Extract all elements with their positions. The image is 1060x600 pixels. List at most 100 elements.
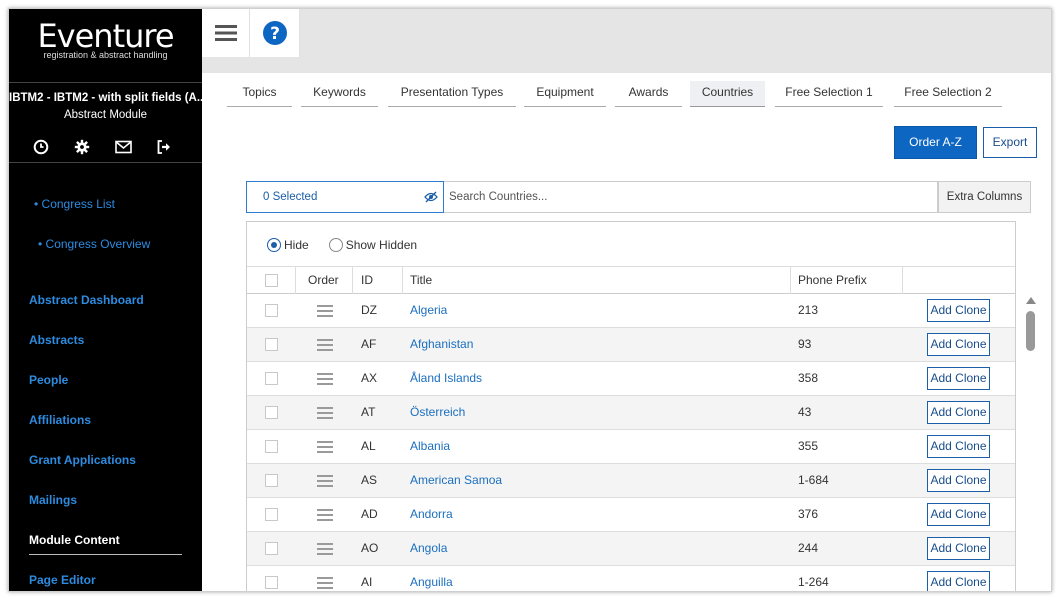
scrollbar-thumb[interactable] <box>1026 311 1035 351</box>
row-checkbox[interactable] <box>265 542 278 555</box>
header-order[interactable]: Order <box>308 267 339 294</box>
tab-free-selection-1[interactable]: Free Selection 1 <box>775 81 883 107</box>
table-row: DZ Algeria 213 Add Clone <box>247 294 1015 328</box>
sidebar-item-page-editor[interactable]: Page Editor <box>29 573 96 587</box>
row-title-link[interactable]: Algeria <box>410 294 447 327</box>
app-window: Eventure registration & abstract handlin… <box>8 8 1052 592</box>
drag-handle-icon[interactable] <box>317 373 333 388</box>
add-clone-button[interactable]: Add Clone <box>927 401 990 424</box>
visibility-filter: Hide Show Hidden <box>267 238 417 252</box>
row-title-link[interactable]: Åland Islands <box>410 362 482 395</box>
extra-columns-button[interactable]: Extra Columns <box>938 181 1031 213</box>
sidebar-item-affiliations[interactable]: Affiliations <box>29 413 91 427</box>
row-checkbox[interactable] <box>265 304 278 317</box>
table-row: AL Albania 355 Add Clone <box>247 430 1015 464</box>
row-title-link[interactable]: Afghanistan <box>410 328 473 361</box>
scroll-up-arrow-icon[interactable] <box>1026 297 1036 304</box>
mail-icon[interactable] <box>113 137 133 157</box>
header-phone-prefix[interactable]: Phone Prefix <box>798 267 867 294</box>
tab-free-selection-2[interactable]: Free Selection 2 <box>894 81 1002 107</box>
tab-topics[interactable]: Topics <box>227 81 292 107</box>
add-clone-button[interactable]: Add Clone <box>927 367 990 390</box>
sidebar-divider <box>9 162 202 163</box>
tab-countries[interactable]: Countries <box>690 81 765 107</box>
drag-handle-icon[interactable] <box>317 339 333 354</box>
help-icon: ? <box>262 21 287 45</box>
header-title[interactable]: Title <box>410 267 432 294</box>
sidebar-icon-bar <box>31 137 174 157</box>
sidebar-item-module-content[interactable]: Module Content <box>29 533 120 547</box>
row-checkbox[interactable] <box>265 338 278 351</box>
export-button[interactable]: Export <box>983 127 1037 158</box>
add-clone-button[interactable]: Add Clone <box>927 435 990 458</box>
row-title-link[interactable]: Andorra <box>410 498 453 531</box>
header-id[interactable]: ID <box>361 267 373 294</box>
countries-table: Hide Show Hidden Order ID Title Phone Pr… <box>246 221 1016 591</box>
selection-dropdown[interactable]: 0 Selected <box>246 181 444 213</box>
add-clone-button[interactable]: Add Clone <box>927 469 990 492</box>
row-phone-prefix: 376 <box>798 507 819 521</box>
eye-slash-icon[interactable] <box>424 191 438 203</box>
row-title-link[interactable]: Österreich <box>410 396 465 429</box>
hide-radio[interactable] <box>267 238 281 252</box>
table-row: AS American Samoa 1-684 Add Clone <box>247 464 1015 498</box>
add-clone-button[interactable]: Add Clone <box>927 537 990 560</box>
row-checkbox[interactable] <box>265 440 278 453</box>
row-title-link[interactable]: Angola <box>410 532 447 565</box>
row-id: AF <box>361 337 377 351</box>
sidebar-item-people[interactable]: People <box>29 373 68 387</box>
active-item-underline <box>29 554 182 555</box>
project-subtitle: Abstract Module <box>63 109 148 121</box>
sidebar-link-congress-overview[interactable]: • Congress Overview <box>38 237 150 251</box>
add-clone-button[interactable]: Add Clone <box>927 299 990 322</box>
row-checkbox[interactable] <box>265 406 278 419</box>
sidebar-item-abstract-dashboard[interactable]: Abstract Dashboard <box>29 293 144 307</box>
select-all-checkbox[interactable] <box>265 274 278 287</box>
row-id: AS <box>361 473 378 487</box>
row-title-link[interactable]: Albania <box>410 430 450 463</box>
tab-keywords[interactable]: Keywords <box>301 81 378 107</box>
search-input[interactable]: Search Countries... <box>444 181 938 213</box>
order-az-button[interactable]: Order A-Z <box>894 126 977 159</box>
logout-icon[interactable] <box>154 137 174 157</box>
row-checkbox[interactable] <box>265 372 278 385</box>
row-id: AX <box>361 371 378 385</box>
drag-handle-icon[interactable] <box>317 407 333 422</box>
drag-handle-icon[interactable] <box>317 577 333 591</box>
tab-presentation-types[interactable]: Presentation Types <box>388 81 516 107</box>
sidebar-item-grant-applications[interactable]: Grant Applications <box>29 453 136 467</box>
show-hidden-radio[interactable] <box>328 238 343 252</box>
row-checkbox[interactable] <box>265 508 278 521</box>
drag-handle-icon[interactable] <box>317 305 333 320</box>
tab-equipment[interactable]: Equipment <box>524 81 606 107</box>
add-clone-button[interactable]: Add Clone <box>927 503 990 526</box>
sidebar-divider <box>9 82 202 83</box>
row-title-link[interactable]: Anguilla <box>410 566 453 591</box>
gear-icon[interactable] <box>72 137 92 157</box>
drag-handle-icon[interactable] <box>317 475 333 490</box>
sidebar-item-abstracts[interactable]: Abstracts <box>29 333 84 347</box>
logo: Eventure registration & abstract handlin… <box>9 19 202 60</box>
add-clone-button[interactable]: Add Clone <box>927 571 990 591</box>
hide-label: Hide <box>284 238 309 252</box>
menu-toggle-button[interactable] <box>202 9 250 57</box>
row-phone-prefix: 93 <box>798 337 812 351</box>
table-row: AX Åland Islands 358 Add Clone <box>247 362 1015 396</box>
table-row: AD Andorra 376 Add Clone <box>247 498 1015 532</box>
clock-icon[interactable] <box>31 137 51 157</box>
add-clone-button[interactable]: Add Clone <box>927 333 990 356</box>
drag-handle-icon[interactable] <box>317 543 333 558</box>
tab-awards[interactable]: Awards <box>615 81 682 107</box>
help-button[interactable]: ? <box>250 9 300 57</box>
row-checkbox[interactable] <box>265 576 278 589</box>
sidebar-link-congress-list[interactable]: • Congress List <box>34 197 115 211</box>
table-row: AO Angola 244 Add Clone <box>247 532 1015 566</box>
row-id: AO <box>361 541 379 555</box>
table-row: AI Anguilla 1-264 Add Clone <box>247 566 1015 591</box>
drag-handle-icon[interactable] <box>317 441 333 456</box>
drag-handle-icon[interactable] <box>317 509 333 524</box>
row-checkbox[interactable] <box>265 474 278 487</box>
row-title-link[interactable]: American Samoa <box>410 464 502 497</box>
sidebar-item-mailings[interactable]: Mailings <box>29 493 77 507</box>
top-bar: ? <box>202 9 1051 73</box>
